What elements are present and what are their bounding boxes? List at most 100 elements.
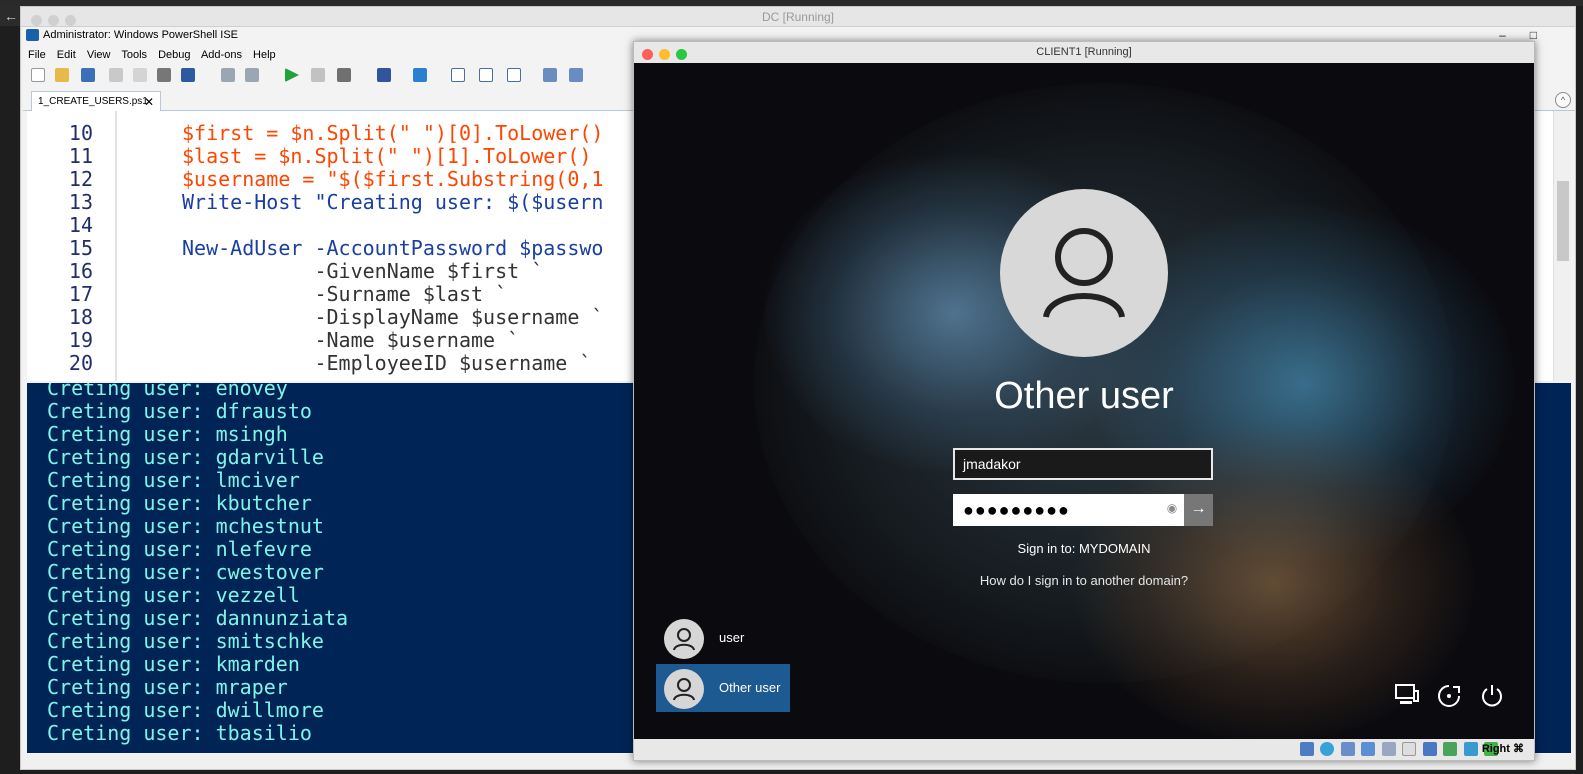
tab-close-icon[interactable]: ✕: [144, 92, 154, 112]
other-user-tile[interactable]: Other user: [656, 664, 790, 712]
submit-arrow-button[interactable]: →: [1184, 494, 1213, 526]
user-tile-name: Other user: [719, 680, 781, 695]
remote-powershell-icon[interactable]: [377, 68, 391, 82]
usb-icon[interactable]: [1340, 742, 1355, 756]
close-dot-icon[interactable]: [642, 49, 653, 60]
vm-title: CLIENT1 [Running]: [1036, 46, 1132, 58]
console-line: Creting user: kbutcher: [47, 491, 312, 515]
shared-folders-icon[interactable]: [1381, 742, 1396, 756]
console-line: Creting user: gdarville: [47, 445, 324, 469]
vm-title-bar[interactable]: CLIENT1 [Running]: [634, 42, 1534, 63]
other-domain-link[interactable]: How do I sign in to another domain?: [884, 573, 1284, 588]
minimize-dot-icon[interactable]: [659, 49, 670, 60]
layout-max-icon[interactable]: [507, 68, 521, 82]
code-line: -Surname $last `: [182, 282, 508, 306]
hdd-icon[interactable]: [1299, 742, 1314, 756]
start-powershell-icon[interactable]: [413, 68, 427, 82]
cut-icon[interactable]: [109, 68, 123, 82]
code-line: -DisplayName $username `: [182, 305, 604, 329]
line-number: 11: [68, 144, 93, 168]
menu-debug[interactable]: Debug: [158, 49, 190, 61]
console-line: Creting user: mchestnut: [47, 514, 324, 538]
power-icon[interactable]: [1477, 683, 1507, 715]
console-line: Creting user: kmarden: [47, 652, 300, 676]
line-number: 16: [68, 259, 93, 283]
stop-icon[interactable]: [337, 68, 351, 82]
code-line: $last = $n.Split(" ")[1].ToLower(): [182, 144, 592, 168]
save-icon[interactable]: [81, 68, 95, 82]
editor-scrollbar[interactable]: [1553, 111, 1571, 381]
line-number: 18: [68, 305, 93, 329]
line-number: 17: [68, 282, 93, 306]
minimize-dot-icon[interactable]: [48, 15, 59, 26]
undo-icon[interactable]: [221, 68, 235, 82]
zoom-dot-icon[interactable]: [65, 15, 76, 26]
mouse-integration-icon[interactable]: [1463, 742, 1478, 756]
back-arrow-icon[interactable]: ←: [0, 6, 22, 26]
powershell-logo-icon: [26, 29, 39, 41]
display-icon[interactable]: [1402, 742, 1417, 756]
run-selection-icon[interactable]: [311, 68, 325, 82]
recording-icon[interactable]: [1422, 742, 1437, 756]
optical-drive-icon[interactable]: [1320, 742, 1335, 756]
layout-top-icon[interactable]: [451, 68, 465, 82]
cpu-icon[interactable]: [1443, 742, 1458, 756]
vm-status-icons: [1298, 742, 1498, 761]
scrollbar-thumb[interactable]: [1557, 181, 1569, 261]
sign-in-domain-text: Sign in to: MYDOMAIN: [1017, 541, 1151, 556]
clear-console-icon[interactable]: [181, 68, 195, 82]
menu-bar: File Edit View Tools Debug Add-ons Help: [23, 47, 284, 63]
line-number: 20: [68, 351, 93, 375]
close-dot-icon[interactable]: [31, 15, 42, 26]
menu-tools[interactable]: Tools: [121, 49, 147, 61]
menu-edit[interactable]: Edit: [57, 49, 76, 61]
line-number: 13: [68, 190, 93, 214]
copy-icon[interactable]: [133, 68, 147, 82]
ease-of-access-icon[interactable]: [1434, 683, 1464, 715]
dc-title: DC [Running]: [761, 10, 835, 24]
console-line: Creting user: dfrausto: [47, 399, 312, 423]
new-file-icon[interactable]: [31, 68, 45, 82]
tab-label: 1_CREATE_USERS.ps1: [38, 96, 148, 107]
line-number: 19: [68, 328, 93, 352]
run-script-icon[interactable]: [285, 68, 299, 82]
line-number: 14: [68, 213, 93, 237]
client1-vm-window: CLIENT1 [Running] Other user jmadakor ●●…: [633, 41, 1535, 761]
line-number: 12: [68, 167, 93, 191]
editor-gutter: [115, 111, 117, 381]
code-line: -GivenName $first `: [182, 259, 544, 283]
minimize-button[interactable]: –: [1499, 28, 1530, 42]
menu-file[interactable]: File: [28, 49, 46, 61]
username-field[interactable]: jmadakor: [953, 448, 1213, 480]
login-heading: Other user: [994, 375, 1174, 417]
eye-icon[interactable]: ◉: [1164, 501, 1180, 517]
redo-icon[interactable]: [245, 68, 259, 82]
code-line: -Name $username `: [182, 328, 520, 352]
windows-login-screen: Other user jmadakor ●●●●●●●●● ◉ → Sign i…: [634, 63, 1534, 739]
menu-addons[interactable]: Add-ons: [201, 49, 242, 61]
tab-create-users[interactable]: 1_CREATE_USERS.ps1 ✕: [31, 91, 161, 111]
menu-view[interactable]: View: [87, 49, 111, 61]
line-number: 10: [68, 121, 93, 145]
maximize-button[interactable]: □: [1530, 28, 1561, 42]
person-icon: [1043, 228, 1125, 318]
console-line: Creting user: msingh: [47, 422, 288, 446]
dc-title-bar[interactable]: DC [Running]: [21, 7, 1575, 27]
zoom-dot-icon[interactable]: [676, 49, 687, 60]
layout-right-icon[interactable]: [479, 68, 493, 82]
paste-icon[interactable]: [157, 68, 171, 82]
show-commands-icon[interactable]: [569, 68, 583, 82]
code-line: -EmployeeID $username `: [182, 351, 592, 375]
code-line: Write-Host "Creating user: $($usern: [182, 190, 604, 214]
console-line: Creting user: cwestover: [47, 560, 324, 584]
open-folder-icon[interactable]: [55, 68, 69, 82]
network-icon[interactable]: [1392, 683, 1422, 713]
show-script-pane-icon[interactable]: [543, 68, 557, 82]
console-line: Creting user: mraper: [47, 675, 288, 699]
collapse-script-pane-button[interactable]: ^: [1555, 92, 1571, 108]
password-field[interactable]: ●●●●●●●●●: [953, 494, 1184, 526]
console-line: Creting user: enovey: [47, 383, 288, 400]
menu-help[interactable]: Help: [253, 49, 276, 61]
network-adapter-icon[interactable]: [1361, 742, 1376, 756]
user-tile[interactable]: user: [656, 614, 790, 662]
